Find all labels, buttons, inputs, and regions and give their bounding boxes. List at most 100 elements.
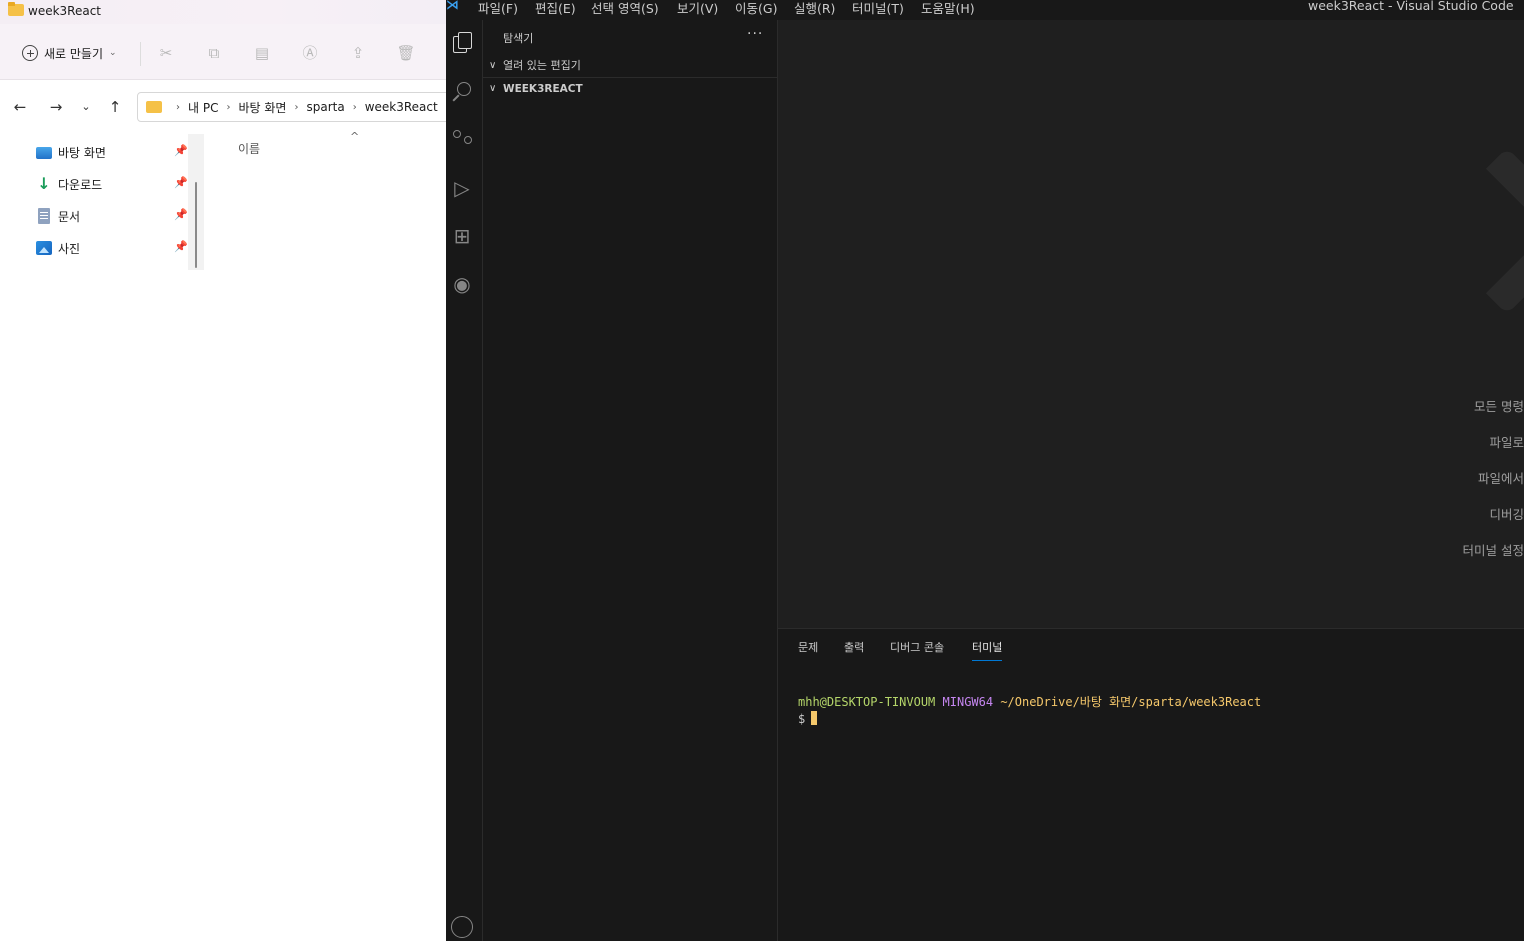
download-icon: ↓ xyxy=(37,174,51,193)
explorer-sidebar: 탐색기 ··· ∨ 열려 있는 편집기 ∨ WEEK3REACT xyxy=(483,20,778,941)
terminal-input-line[interactable]: $ xyxy=(798,711,818,726)
breadcrumb-desktop[interactable]: 바탕 화면 xyxy=(238,99,286,116)
breadcrumb-chevron-icon[interactable]: › xyxy=(226,102,230,113)
account-icon[interactable] xyxy=(451,916,473,938)
breadcrumb-chevron-icon[interactable]: › xyxy=(353,102,357,113)
run-debug-icon[interactable]: ▷ xyxy=(448,174,476,202)
shortcut-show-all-commands: 모든 명령 xyxy=(1474,399,1524,414)
menu-view[interactable]: 보기(V) xyxy=(677,0,718,17)
bottom-panel: 문제 출력 디버그 콘솔 터미널 mhh@DESKTOP-TINVOUM MIN… xyxy=(778,628,1524,941)
breadcrumb-this-pc[interactable]: 내 PC xyxy=(188,99,218,116)
sidebar-title: 탐색기 xyxy=(503,32,534,45)
pin-icon[interactable]: 📌 xyxy=(174,240,188,253)
terminal-cursor xyxy=(811,711,818,725)
vscode-logo-icon: ⋊ xyxy=(446,0,459,13)
breadcrumb-chevron-icon[interactable]: › xyxy=(294,102,298,113)
scrollbar-thumb[interactable] xyxy=(195,182,197,268)
share-icon[interactable]: ⇪ xyxy=(348,43,368,63)
copy-icon[interactable]: ⧉ xyxy=(204,43,224,63)
section-label: 열려 있는 편집기 xyxy=(503,59,581,72)
vscode-menubar: ⋊ 파일(F) 편집(E) 선택 영역(S) 보기(V) 이동(G) 실행(R)… xyxy=(446,0,1524,20)
pin-icon[interactable]: 📌 xyxy=(174,176,188,189)
quick-access-downloads[interactable]: ↓ 다운로드 📌 xyxy=(36,171,196,197)
terminal-user-host: mhh@DESKTOP-TINVOUM xyxy=(798,695,936,709)
terminal-prompt-symbol: $ xyxy=(798,712,806,726)
terminal-path: ~/OneDrive/바탕 화면/sparta/week3React xyxy=(1000,695,1262,709)
extensions-icon[interactable]: ⊞ xyxy=(448,222,476,250)
source-control-icon[interactable] xyxy=(448,126,476,154)
quick-access-label: 사진 xyxy=(58,241,81,256)
vscode-window-title: week3React - Visual Studio Code xyxy=(1308,0,1514,13)
explorer-navbar: ← → ⌄ ↑ › 내 PC › 바탕 화면 › sparta › week3R… xyxy=(0,80,446,134)
editor-area: 모든 명령 파일로 파일에서 디버깅 터미널 설정 xyxy=(778,20,1524,628)
menu-go[interactable]: 이동(G) xyxy=(735,0,777,17)
activity-bar: ▷ ⊞ ◉ xyxy=(446,20,483,941)
tab-problems[interactable]: 문제 xyxy=(798,639,818,660)
explorer-titlebar[interactable]: week3React xyxy=(0,0,446,24)
delete-icon[interactable]: 🗑 xyxy=(396,43,416,63)
chevron-down-icon: ∨ xyxy=(489,59,497,71)
sort-ascending-icon: ^ xyxy=(350,130,360,143)
toolbar-divider xyxy=(140,42,141,66)
quick-access-pictures[interactable]: 사진 📌 xyxy=(36,235,196,261)
more-actions-icon[interactable]: ··· xyxy=(747,26,763,42)
up-arrow-icon[interactable]: ↑ xyxy=(103,96,127,118)
quick-access-pane: 바탕 화면 📌 ↓ 다운로드 📌 문서 📌 사진 📌 xyxy=(0,134,205,274)
shortcut-debug: 디버깅 xyxy=(1489,507,1524,522)
sidebar-scrollbar[interactable] xyxy=(188,134,204,270)
menu-run[interactable]: 실행(R) xyxy=(794,0,835,17)
rename-icon[interactable]: Ⓐ xyxy=(300,43,320,63)
shortcut-go-to-file: 파일로 xyxy=(1489,435,1524,450)
address-bar[interactable]: › 내 PC › 바탕 화면 › sparta › week3React xyxy=(137,92,446,122)
section-label: WEEK3REACT xyxy=(503,82,583,95)
new-item-label: 새로 만들기 xyxy=(44,46,104,61)
menu-edit[interactable]: 편집(E) xyxy=(535,0,576,17)
back-arrow-icon[interactable]: ← xyxy=(8,96,32,118)
breadcrumb-sparta[interactable]: sparta xyxy=(306,100,344,114)
tab-output[interactable]: 출력 xyxy=(844,639,864,660)
documents-icon xyxy=(38,208,50,224)
chevron-down-icon: ∨ xyxy=(489,83,497,94)
menu-file[interactable]: 파일(F) xyxy=(478,0,518,17)
paste-icon[interactable]: ▤ xyxy=(252,43,272,63)
forward-arrow-icon[interactable]: → xyxy=(44,96,68,118)
quick-access-label: 문서 xyxy=(58,209,81,224)
menu-help[interactable]: 도움말(H) xyxy=(921,0,975,17)
recent-locations-chevron-icon[interactable]: ⌄ xyxy=(74,96,98,118)
tab-debug-console[interactable]: 디버그 콘솔 xyxy=(890,639,944,660)
chevron-down-icon: ⌄ xyxy=(109,48,117,58)
file-explorer-window: week3React 새로 만들기 ⌄ ✂ ⧉ ▤ Ⓐ ⇪ 🗑 ← → ⌄ ↑ … xyxy=(0,0,446,941)
shortcut-find-in-files: 파일에서 xyxy=(1477,471,1524,486)
new-item-button[interactable]: 새로 만들기 ⌄ xyxy=(14,39,125,67)
breadcrumb-chevron-icon[interactable]: › xyxy=(176,102,180,113)
folder-icon xyxy=(146,101,162,113)
quick-access-desktop[interactable]: 바탕 화면 📌 xyxy=(36,139,196,165)
column-header-name[interactable]: 이름 xyxy=(238,140,260,157)
vscode-window: ⋊ 파일(F) 편집(E) 선택 영역(S) 보기(V) 이동(G) 실행(R)… xyxy=(446,0,1524,941)
menu-selection[interactable]: 선택 영역(S) xyxy=(591,0,659,17)
explorer-toolbar: 새로 만들기 ⌄ ✂ ⧉ ▤ Ⓐ ⇪ 🗑 xyxy=(0,24,446,80)
explorer-window-title: week3React xyxy=(28,4,102,18)
quick-access-documents[interactable]: 문서 📌 xyxy=(36,203,196,229)
pin-icon[interactable]: 📌 xyxy=(174,144,188,157)
github-icon[interactable]: ◉ xyxy=(448,270,476,298)
quick-access-label: 바탕 화면 xyxy=(58,145,106,160)
search-icon[interactable] xyxy=(448,78,476,106)
section-open-editors[interactable]: ∨ 열려 있는 편집기 xyxy=(483,54,778,76)
menu-terminal[interactable]: 터미널(T) xyxy=(852,0,904,17)
folder-icon xyxy=(8,2,24,16)
explorer-files-icon[interactable] xyxy=(448,30,476,58)
desktop-icon xyxy=(36,147,52,159)
terminal-env: MINGW64 xyxy=(942,695,994,709)
shortcut-terminal-settings: 터미널 설정 xyxy=(1462,543,1524,558)
pictures-icon xyxy=(36,241,52,255)
plus-circle-icon xyxy=(22,45,38,61)
pin-icon[interactable]: 📌 xyxy=(174,208,188,221)
terminal-prompt-line[interactable]: mhh@DESKTOP-TINVOUM MINGW64 ~/OneDrive/바… xyxy=(798,693,1261,710)
breadcrumb-week3react[interactable]: week3React xyxy=(365,100,438,114)
tab-terminal[interactable]: 터미널 xyxy=(972,639,1003,661)
quick-access-label: 다운로드 xyxy=(58,177,103,192)
cut-icon[interactable]: ✂ xyxy=(156,43,176,63)
section-project-folder[interactable]: ∨ WEEK3REACT xyxy=(483,77,778,99)
vscode-watermark-logo-icon xyxy=(1438,154,1524,294)
